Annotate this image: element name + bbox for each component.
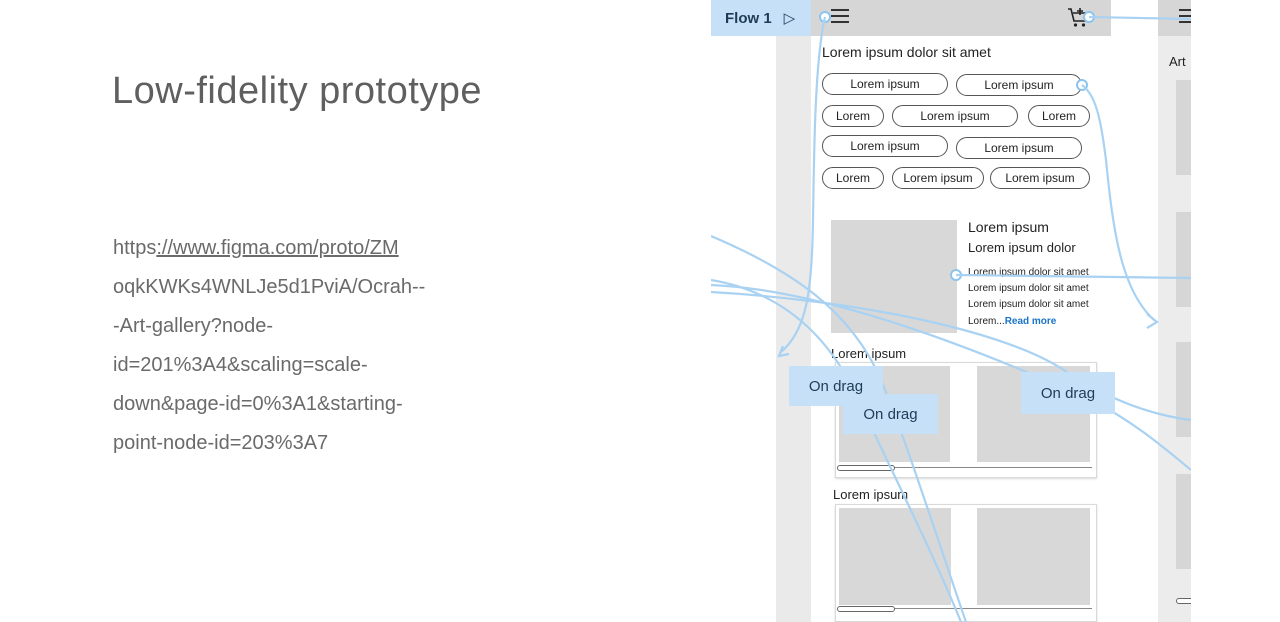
link-text: https	[113, 237, 157, 259]
link-line: -Art-gallery?node-	[113, 315, 274, 337]
interaction-label[interactable]: On drag	[1021, 372, 1115, 414]
prototype-canvas: Flow 1 ▷ Art Lorem ipsum dolor sit amet …	[711, 0, 1191, 622]
link-line: https://www.figma.com/proto/ZM	[113, 232, 483, 271]
link-line: down&page-id=0%3A1&starting-	[113, 393, 403, 415]
prototype-link[interactable]: https://www.figma.com/proto/ZM oqkKWKs4W…	[113, 232, 483, 466]
prototype-connections	[711, 15, 1191, 622]
interaction-label[interactable]: On drag	[843, 394, 938, 434]
link-text-underlined: ://www.figma.com/proto/ZM	[156, 237, 399, 259]
slide-title: Low-fidelity prototype	[112, 70, 483, 112]
link-line: oqkKWKs4WNLJe5d1PviA/Ocrah--	[113, 276, 426, 298]
link-line: id=201%3A4&scaling=scale-	[113, 354, 368, 376]
link-line: point-node-id=203%3A7	[113, 432, 329, 454]
